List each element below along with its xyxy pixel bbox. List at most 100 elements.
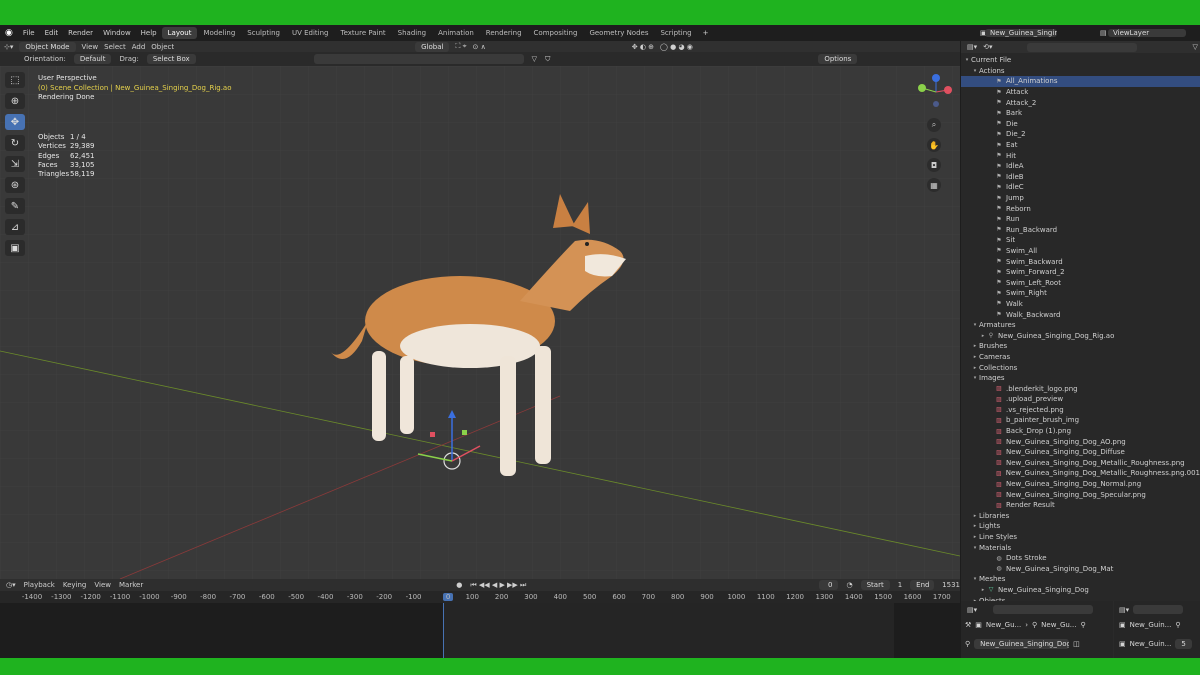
display-mode-icon[interactable]: ⟲▾ bbox=[983, 43, 992, 51]
outliner-material[interactable]: ◍ New_Guinea_Singing_Dog_Mat bbox=[961, 564, 1200, 575]
tab-layout[interactable]: Layout bbox=[161, 27, 198, 39]
outliner-image[interactable]: ▨ New_Guinea_Singing_Dog_Metallic_Roughne… bbox=[961, 458, 1200, 469]
disclosure-triangle-icon[interactable]: ▸ bbox=[971, 343, 979, 349]
right-editor-icon[interactable]: ▤▾ bbox=[1119, 606, 1129, 614]
keying-menu[interactable]: Keying bbox=[63, 581, 87, 589]
menu-file[interactable]: File bbox=[18, 29, 40, 37]
rotate-tool-icon[interactable]: ↻ bbox=[5, 135, 25, 151]
disclosure-triangle-icon[interactable]: ▸ bbox=[971, 513, 979, 519]
outliner-action[interactable]: ⚑ IdleA bbox=[961, 161, 1200, 172]
menu-window[interactable]: Window bbox=[98, 29, 136, 37]
outliner-category[interactable]: ▾ Materials bbox=[961, 542, 1200, 553]
shading-mode-icons[interactable]: ◯ ● ◕ ◉ bbox=[660, 43, 693, 51]
outliner-image[interactable]: ▨ New_Guinea_Singing_Dog_AO.png bbox=[961, 436, 1200, 447]
outliner-action[interactable]: ⚑ Jump bbox=[961, 193, 1200, 204]
disclosure-triangle-icon[interactable]: ▸ bbox=[971, 354, 979, 360]
outliner-action[interactable]: ⚑ IdleB bbox=[961, 172, 1200, 183]
tab-rendering[interactable]: Rendering bbox=[480, 27, 528, 39]
select-menu[interactable]: Select bbox=[104, 43, 126, 51]
viewport-search-input[interactable] bbox=[313, 54, 524, 64]
outliner-category[interactable]: ▸ Cameras bbox=[961, 352, 1200, 363]
tab-sculpting[interactable]: Sculpting bbox=[241, 27, 286, 39]
outliner-material[interactable]: ◍ Dots Stroke bbox=[961, 553, 1200, 564]
outliner-category[interactable]: ▸ Libraries bbox=[961, 511, 1200, 522]
disclosure-triangle-icon[interactable]: ▾ bbox=[971, 322, 979, 328]
tab-modeling[interactable]: Modeling bbox=[197, 27, 241, 39]
stopwatch-icon[interactable]: ◔ bbox=[846, 581, 852, 589]
transform-orientation[interactable]: Global bbox=[415, 41, 450, 52]
orientation-selector[interactable]: Default bbox=[73, 54, 112, 64]
grid-view-icon[interactable]: ▦ bbox=[927, 178, 941, 192]
snap-icon[interactable]: ⛶ ⌖ bbox=[455, 42, 466, 51]
outliner-category[interactable]: ▾ Actions bbox=[961, 66, 1200, 77]
outliner-action[interactable]: ⚑ Swim_Left_Root bbox=[961, 277, 1200, 288]
disclosure-triangle-icon[interactable]: ▸ bbox=[979, 587, 987, 593]
drag-selector[interactable]: Select Box bbox=[146, 54, 196, 64]
disclosure-triangle-icon[interactable]: ▾ bbox=[971, 375, 979, 381]
mode-selector[interactable]: Object Mode bbox=[19, 41, 76, 52]
disclosure-triangle-icon[interactable]: ▸ bbox=[971, 365, 979, 371]
outliner-action[interactable]: ⚑ IdleC bbox=[961, 182, 1200, 193]
tab-compositing[interactable]: Compositing bbox=[528, 27, 584, 39]
properties-editor-icon[interactable]: ▤▾ bbox=[967, 606, 977, 614]
record-icon[interactable]: ● bbox=[456, 581, 462, 589]
playback-controls[interactable]: ⏮ ◀◀ ◀ ▶ ▶▶ ⏭ bbox=[470, 581, 526, 590]
scale-tool-icon[interactable]: ⇲ bbox=[5, 156, 25, 172]
current-frame-input[interactable]: 0 bbox=[819, 580, 839, 590]
outliner-image[interactable]: ▨ New_Guinea_Singing_Dog_Normal.png bbox=[961, 479, 1200, 490]
outliner-action[interactable]: ⚑ Walk bbox=[961, 299, 1200, 310]
disclosure-triangle-icon[interactable]: ▾ bbox=[963, 57, 971, 63]
outliner-category[interactable]: ▾ Meshes bbox=[961, 574, 1200, 585]
filter-icon[interactable]: ▽ bbox=[532, 55, 537, 63]
gizmo-icons[interactable]: ✥ ◐ ⊕ bbox=[632, 43, 654, 51]
tab-shading[interactable]: Shading bbox=[392, 27, 432, 39]
start-frame-input[interactable]: 1 bbox=[898, 581, 902, 589]
outliner-image[interactable]: ▨ .blenderkit_logo.png bbox=[961, 383, 1200, 394]
outliner-category[interactable]: ▸ Line Styles bbox=[961, 532, 1200, 543]
frame-ruler[interactable]: -1400 -1300 -1200 -1100 -1000 -900 -800 -700 -60… bbox=[0, 591, 960, 603]
outliner-action[interactable]: ⚑ Swim_Forward_2 bbox=[961, 267, 1200, 278]
outliner-category[interactable]: ▸ Collections bbox=[961, 362, 1200, 373]
object-name-field[interactable]: New_Guinea_Singing_Dog... bbox=[974, 639, 1070, 649]
view-menu[interactable]: View bbox=[82, 43, 99, 51]
outliner-action[interactable]: ⚑ All_Animations bbox=[961, 76, 1200, 87]
outliner-root[interactable]: ▾ Current File bbox=[961, 55, 1200, 66]
outliner-armature[interactable]: ▸ ⚲ New_Guinea_Singing_Dog_Rig.ao bbox=[961, 330, 1200, 341]
timeline-track-area[interactable] bbox=[443, 603, 894, 658]
outliner-action[interactable]: ⚑ Reborn bbox=[961, 203, 1200, 214]
disclosure-triangle-icon[interactable]: ▾ bbox=[971, 68, 979, 74]
outliner-action[interactable]: ⚑ Swim_All bbox=[961, 246, 1200, 257]
outliner-image[interactable]: ▨ .vs_rejected.png bbox=[961, 405, 1200, 416]
add-menu[interactable]: Add bbox=[132, 43, 146, 51]
timeline-view-menu[interactable]: View bbox=[94, 581, 111, 589]
outliner-action[interactable]: ⚑ Attack bbox=[961, 87, 1200, 98]
add-workspace-icon[interactable]: + bbox=[698, 29, 714, 37]
outliner-image[interactable]: ▨ .upload_preview bbox=[961, 394, 1200, 405]
measure-tool-icon[interactable]: ⊿ bbox=[5, 219, 25, 235]
camera-icon[interactable]: ◘ bbox=[927, 158, 941, 172]
transform-tool-icon[interactable]: ⊛ bbox=[5, 177, 25, 193]
wrench-icon[interactable]: ⚒ bbox=[965, 621, 971, 629]
disclosure-triangle-icon[interactable]: ▸ bbox=[979, 333, 987, 339]
disclosure-triangle-icon[interactable]: ▾ bbox=[971, 576, 979, 582]
outliner-image[interactable]: ▨ New_Guinea_Singing_Dog_Metallic_Roughne… bbox=[961, 468, 1200, 479]
end-frame-input[interactable]: 1531 bbox=[942, 581, 960, 589]
3d-viewport[interactable]: ⬚ ⊕ ✥ ↻ ⇲ ⊛ ✎ ⊿ ▣ User Perspective (0) S… bbox=[0, 66, 960, 579]
outliner-category[interactable]: ▾ Armatures bbox=[961, 320, 1200, 331]
cursor-tool-icon[interactable]: ⊕ bbox=[5, 93, 25, 109]
outliner-action[interactable]: ⚑ Die_2 bbox=[961, 129, 1200, 140]
properties-search-input[interactable] bbox=[993, 605, 1094, 614]
blender-logo-icon[interactable]: ◉ bbox=[0, 28, 18, 38]
outliner-image[interactable]: ▨ Back_Drop (1).png bbox=[961, 426, 1200, 437]
outliner-image[interactable]: ▨ Render Result bbox=[961, 500, 1200, 511]
proportional-icon[interactable]: ⊙ ∧ bbox=[473, 43, 486, 51]
outliner-action[interactable]: ⚑ Die bbox=[961, 119, 1200, 130]
outliner-image[interactable]: ▨ b_painter_brush_img bbox=[961, 415, 1200, 426]
tab-uv-editing[interactable]: UV Editing bbox=[286, 27, 335, 39]
annotate-tool-icon[interactable]: ✎ bbox=[5, 198, 25, 214]
disclosure-triangle-icon[interactable]: ▸ bbox=[971, 534, 979, 540]
clock-icon[interactable]: ◷▾ bbox=[6, 581, 16, 589]
tab-texture-paint[interactable]: Texture Paint bbox=[335, 27, 392, 39]
outliner-action[interactable]: ⚑ Walk_Backward bbox=[961, 309, 1200, 320]
playback-menu[interactable]: Playback bbox=[24, 581, 55, 589]
